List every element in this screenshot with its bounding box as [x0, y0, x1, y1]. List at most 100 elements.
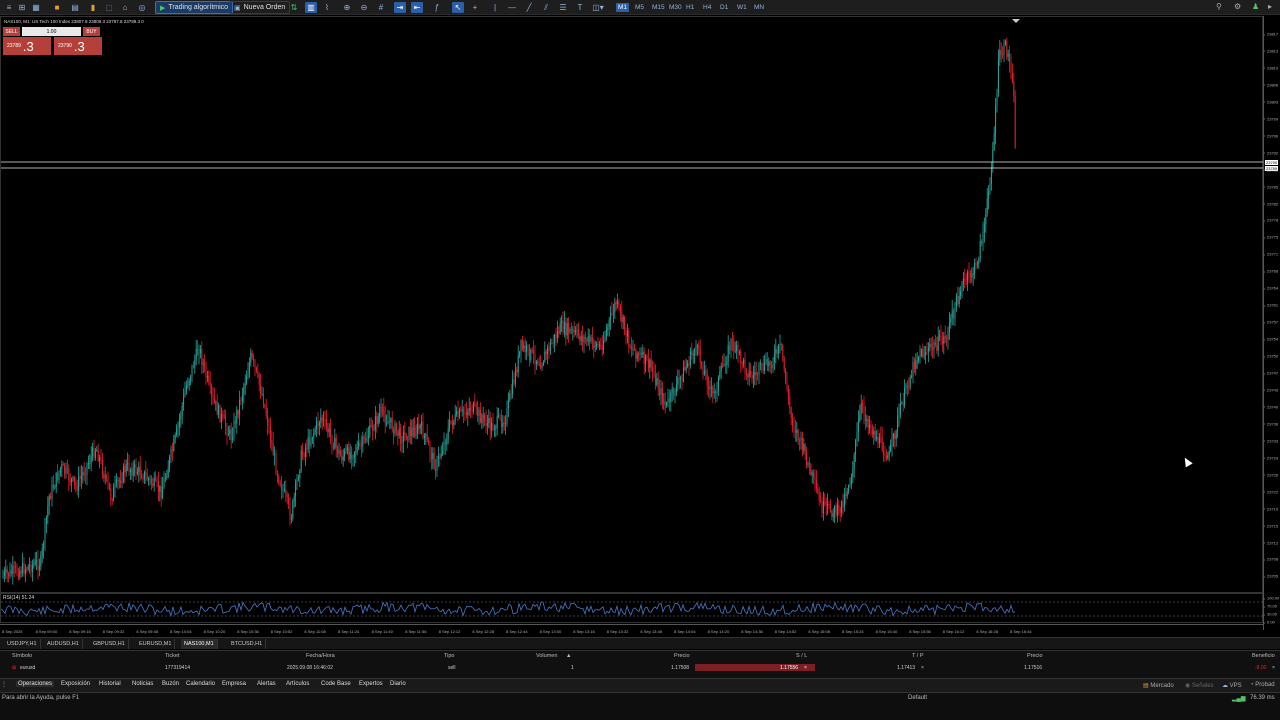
toolbox-tab[interactable]: Expertos [359, 681, 383, 687]
menu-icon[interactable]: ≡ [4, 2, 14, 13]
toolbar-more-icon[interactable]: ▸ [1268, 2, 1272, 11]
candle-body [90, 455, 92, 463]
vertical-line-icon[interactable]: | [490, 2, 500, 13]
time-axis[interactable]: 8 Sep 2025 8 Sep 09:00 8 Sep 09:16 8 Sep 09… [0, 624, 1263, 636]
timeframe-m30[interactable]: M30 [667, 3, 684, 12]
tester-link[interactable]: ◔ Probad [1250, 682, 1275, 688]
profiles-icon[interactable]: ▦ [31, 2, 41, 13]
col-time[interactable]: Fecha/Hora [306, 653, 335, 659]
chart-tab[interactable]: BTCUSD,H1 [228, 639, 267, 649]
timeframe-w1[interactable]: W1 [735, 3, 749, 12]
grid-icon[interactable]: # [376, 2, 386, 13]
chart-tab[interactable]: GBPUSD,H1 [90, 639, 129, 649]
timeframe-m15[interactable]: M15 [650, 3, 667, 12]
save-icon[interactable]: ■ [52, 2, 62, 13]
col-current-price[interactable]: Precio [1027, 653, 1043, 659]
candle-body [562, 320, 564, 334]
candle-body [283, 489, 285, 491]
zoom-out-icon[interactable]: ⊖ [359, 2, 369, 13]
candle-body [526, 345, 528, 353]
account-icon[interactable]: ♟ [1252, 2, 1259, 11]
candle-body [983, 224, 985, 232]
autoscroll-icon[interactable]: ⇥ [394, 2, 406, 13]
toolbox-tab[interactable]: Exposición [61, 681, 90, 687]
tester-icon[interactable]: ◎ [137, 2, 147, 13]
shapes-icon[interactable]: ◫▾ [591, 2, 605, 13]
toolbox-tab[interactable]: Code Base [321, 681, 351, 687]
horizontal-line-icon[interactable]: — [507, 2, 517, 13]
market-link[interactable]: ▤ Mercado [1143, 682, 1174, 689]
col-profit[interactable]: Beneficio [1252, 653, 1275, 659]
toolbox-tab[interactable]: Noticias [132, 681, 153, 687]
sl-remove-icon[interactable]: × [804, 665, 807, 671]
col-sl[interactable]: S / L [796, 653, 807, 659]
candle-body [692, 353, 694, 356]
candles-icon[interactable]: ⌇ [322, 2, 332, 13]
chart-tab[interactable]: AUDUSD,H1 [44, 639, 83, 649]
buy-button[interactable]: BUY [83, 27, 100, 36]
home-icon[interactable]: ⌂ [120, 2, 130, 13]
row-sl[interactable]: 1.17556 [780, 665, 798, 671]
channel-icon[interactable]: ⫽ [541, 2, 551, 13]
timeframe-d1[interactable]: D1 [718, 3, 730, 12]
timeframe-m1[interactable]: M1 [616, 3, 630, 12]
chart-shift-icon[interactable]: ⇤ [411, 2, 423, 13]
toolbox-tab[interactable]: Diario [390, 681, 406, 687]
toolbox-tab[interactable]: Empresa [222, 681, 246, 687]
new-chart-icon[interactable]: ⊞ [17, 2, 27, 13]
price-axis[interactable]: 23790 23789 23817 23813 23810 23806 23803 237… [1262, 16, 1280, 630]
new-order-button[interactable]: ▣ Nueva Orden [229, 1, 291, 14]
indicators-icon[interactable]: ƒ [432, 2, 442, 13]
col-symbol[interactable]: Símbolo [12, 653, 32, 659]
price-tick: 23747 [1262, 370, 1279, 376]
row-symbol[interactable]: eurusd [20, 665, 35, 671]
bar-chart-icon[interactable]: ▥ [305, 2, 317, 13]
col-volume[interactable]: Volumen [536, 653, 557, 659]
toolbox-tab[interactable]: Artículos [286, 681, 309, 687]
volume-input[interactable]: 1.00 [22, 27, 81, 36]
chart-tab[interactable]: EURUSD,M1 [136, 639, 176, 649]
row-tp[interactable]: 1.17413 [897, 665, 915, 671]
col-price[interactable]: Precio [674, 653, 690, 659]
lock-icon[interactable]: ▢ [104, 2, 114, 13]
toolbox-tab[interactable]: Buzón [162, 681, 179, 687]
sell-button[interactable]: SELL [3, 27, 20, 36]
vps-link[interactable]: ☁ VPS [1222, 682, 1242, 689]
chart-tab[interactable]: NAS100,M1 [181, 639, 218, 649]
signals-link[interactable]: ◉ Señales [1185, 682, 1214, 689]
chart-tab[interactable]: USDJPY,H1 [4, 639, 41, 649]
one-click-icon[interactable]: ⇅ [289, 2, 299, 13]
text-icon[interactable]: T [575, 2, 585, 13]
rsi-subwindow[interactable]: RSI(14) 51.24 [0, 593, 1264, 623]
tp-remove-icon[interactable]: × [921, 665, 924, 671]
row-close-icon[interactable]: × [1272, 665, 1275, 671]
settings-icon[interactable]: ⚙ [1234, 2, 1241, 11]
timeframe-h4[interactable]: H4 [701, 3, 713, 12]
toolbox-tab[interactable]: Alertas [257, 681, 276, 687]
toolbox-tab[interactable]: Historial [99, 681, 121, 687]
navigator-icon[interactable]: ▮ [88, 2, 98, 13]
candle-body [422, 421, 424, 439]
sell-price[interactable]: 23789 .3 [3, 37, 51, 55]
timeframe-h1[interactable]: H1 [684, 3, 696, 12]
price-chart[interactable]: NAS100, M1: US Tech 100 Index 23807.9 23… [0, 16, 1264, 593]
data-window-icon[interactable]: ▤ [70, 2, 80, 13]
toolbox-side-icon[interactable]: ⋮ [1, 681, 7, 688]
crosshair-icon[interactable]: + [470, 2, 480, 13]
status-profile[interactable]: Default [908, 695, 927, 701]
timeframe-m5[interactable]: M5 [633, 3, 646, 12]
trendline-icon[interactable]: ╱ [524, 2, 534, 13]
col-ticket[interactable]: Ticket [165, 653, 179, 659]
cursor-icon[interactable]: ↖ [452, 2, 464, 13]
algo-trading-button[interactable]: ▶ Trading algorítmico [155, 1, 234, 14]
col-type[interactable]: Tipo [444, 653, 455, 659]
zoom-in-icon[interactable]: ⊕ [342, 2, 352, 13]
timeframe-mn[interactable]: MN [752, 3, 766, 12]
toolbox-tab[interactable]: Operaciones [16, 681, 55, 687]
toolbox-tab[interactable]: Calendario [186, 681, 215, 687]
order-close-icon[interactable]: ⊠ [12, 665, 16, 671]
search-icon[interactable]: ⚲ [1216, 2, 1222, 11]
col-tp[interactable]: T / P [912, 653, 924, 659]
buy-price[interactable]: 23790 .3 [54, 37, 102, 55]
fibonacci-icon[interactable]: ☰ [558, 2, 568, 13]
